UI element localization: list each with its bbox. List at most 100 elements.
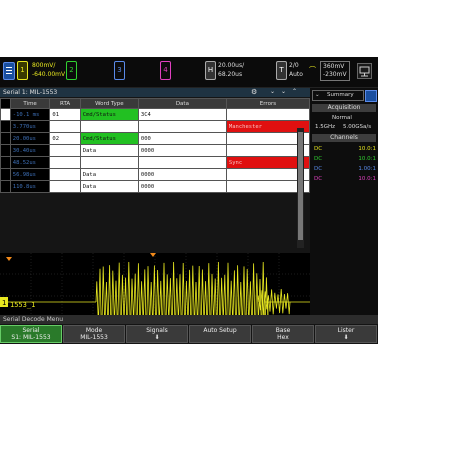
lister-row[interactable]: 56.98us Data 0000: [0, 168, 311, 181]
softkey-title: Auto Setup: [203, 327, 237, 334]
softkey-signals[interactable]: Signals ⬇: [126, 325, 188, 343]
channel-coupling: DC: [314, 156, 323, 162]
row-selector: [0, 108, 11, 121]
menu-icon[interactable]: [3, 62, 15, 80]
bandwidth: 1.5GHz: [315, 124, 336, 130]
cell-word-type: Cmd/Status: [79, 108, 139, 121]
cell-time: 56.98us: [9, 168, 51, 181]
cell-data: 000: [137, 132, 227, 145]
channel-probe-ratio: 10.0:1: [358, 156, 376, 162]
channel-3-button[interactable]: 3: [114, 61, 125, 80]
lister-row[interactable]: 110.8us Data 0000: [0, 180, 311, 193]
trigger-level: -230mV: [323, 71, 347, 78]
network-icon[interactable]: [357, 63, 372, 79]
column-header-word-type: Word Type: [79, 98, 139, 109]
cell-rta: [49, 168, 81, 181]
channel-status-bar: 1 800mV/ -640.00mV 2 3 4 H 20.00us/ 68.2…: [0, 57, 378, 88]
row-selector: [0, 120, 11, 133]
horizontal-button[interactable]: H: [205, 61, 216, 80]
cell-word-type: Data: [79, 144, 139, 157]
row-selector: [0, 132, 11, 145]
lister-row[interactable]: 48.52us Sync: [0, 156, 311, 169]
channel-probe-ratio: 1.00:1: [358, 166, 376, 172]
channel-3-label: 3: [117, 66, 122, 74]
acquisition-header: Acquisition: [312, 104, 376, 112]
trigger-button[interactable]: T: [276, 61, 287, 80]
oscilloscope-screen: 1 800mV/ -640.00mV 2 3 4 H 20.00us/ 68.2…: [0, 57, 378, 344]
column-header-time: Time: [9, 98, 51, 109]
channel-probe-ratio: 10.0:1: [358, 146, 376, 152]
softkey-value: ⬇: [154, 334, 160, 341]
softkey-auto-setup[interactable]: Auto Setup: [189, 325, 251, 343]
channel-1-name: 1553_1: [10, 301, 35, 309]
channel-1-ground-label: 1: [2, 299, 6, 307]
lister-title-bar: Serial 1: MIL-1553 ⚙ ⌄ ⌄ ⌃: [0, 88, 310, 97]
trigger-mode: Auto: [289, 71, 303, 78]
lister-row[interactable]: -10.1 ms 01 Cmd/Status 3C4: [0, 108, 311, 121]
trigger-level-box[interactable]: 360mV -230mV: [320, 61, 350, 81]
softkey-value: MIL-1553: [80, 334, 108, 341]
channel-coupling: DC: [314, 176, 323, 182]
trigger-label: T: [279, 66, 284, 74]
softkey-title: Serial: [22, 327, 40, 334]
channel-1-ground-marker: 1: [0, 297, 8, 307]
cell-word-type: Data: [79, 168, 139, 181]
lister-row[interactable]: 30.40us Data 0000: [0, 144, 311, 157]
cell-time: 20.00us: [9, 132, 51, 145]
cell-rta: [49, 144, 81, 157]
softkey-serial[interactable]: Serial S1: MIL-1553: [0, 325, 62, 343]
collapse-all-chevron-icon[interactable]: ⌄: [281, 88, 286, 95]
collapse-chevron-icon[interactable]: ⌄: [270, 88, 275, 95]
cell-rta: [49, 120, 81, 133]
row-selector: [0, 180, 11, 193]
channel-4-button[interactable]: 4: [160, 61, 171, 80]
row-selector: [0, 168, 11, 181]
lister-table: Time RTA Word Type Data Errors -10.1 ms 0…: [0, 98, 311, 193]
column-header-rta: RTA: [49, 98, 81, 109]
cell-data: [137, 156, 227, 169]
lister-title: Serial 1: MIL-1553: [3, 89, 58, 96]
channel-1-offset: -640.00mV: [32, 71, 66, 78]
settings-gear-icon[interactable]: ⚙: [251, 88, 257, 96]
cell-word-type: [79, 120, 139, 133]
channel-4-label: 4: [163, 66, 168, 74]
channel-coupling: DC: [314, 166, 323, 172]
acquisition-mode: Normal: [332, 115, 352, 121]
expand-chevron-icon[interactable]: ⌃: [292, 88, 297, 95]
column-header-data: Data: [137, 98, 227, 109]
channel-1-button[interactable]: 1: [17, 61, 28, 80]
cell-time: -10.1 ms: [9, 108, 51, 121]
scrollbar-thumb[interactable]: [298, 132, 303, 240]
softkey-value: Hex: [277, 334, 289, 341]
channel-2-button[interactable]: 2: [66, 61, 77, 80]
horizontal-label: H: [207, 66, 214, 74]
row-selector: [0, 144, 11, 157]
trigger-edge-icon: ⌒: [309, 66, 316, 74]
softkey-base[interactable]: Base Hex: [252, 325, 314, 343]
cell-data: 0000: [137, 144, 227, 157]
lister-body: -10.1 ms 01 Cmd/Status 3C4 3.770us Manchester…: [0, 108, 311, 193]
trigger-source: 2/0: [289, 62, 299, 69]
softkey-title: Lister: [337, 327, 355, 334]
cell-rta: 01: [49, 108, 81, 121]
cell-data: 0000: [137, 168, 227, 181]
summary-chevron-icon: ⌄: [315, 92, 320, 98]
lister-row[interactable]: 20.00us 02 Cmd/Status 000: [0, 132, 311, 145]
sidebar-menu-icon[interactable]: [365, 90, 377, 102]
cell-time: 48.52us: [9, 156, 51, 169]
softkey-mode[interactable]: Mode MIL-1553: [63, 325, 125, 343]
row-selector: [0, 156, 11, 169]
softkey-menu: Serial Decode Menu Serial S1: MIL-1553 Mod…: [0, 315, 378, 344]
softkey-title: Signals: [146, 327, 168, 334]
summary-dropdown[interactable]: ⌄ Summary: [312, 90, 364, 101]
softkey-value: ⬇: [343, 334, 349, 341]
cell-word-type: [79, 156, 139, 169]
channel-probe-ratio: 10.0:1: [358, 176, 376, 182]
softkey-lister[interactable]: Lister ⬇: [315, 325, 377, 343]
delay-marker: [6, 257, 12, 261]
lister-row[interactable]: 3.770us Manchester: [0, 120, 311, 133]
lister-scrollbar[interactable]: [297, 128, 304, 248]
cell-time: 30.40us: [9, 144, 51, 157]
horizontal-timebase: 20.00us/: [218, 62, 245, 69]
channel-1-scale: 800mV/: [32, 62, 56, 69]
